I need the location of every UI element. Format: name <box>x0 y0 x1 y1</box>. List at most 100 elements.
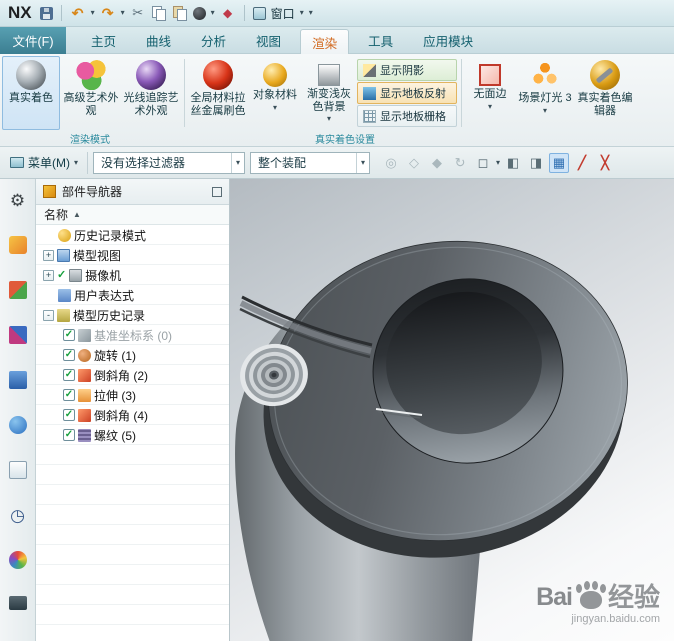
resource-bar <box>0 179 36 641</box>
selection-filter-caret[interactable]: ▾ <box>231 152 244 173</box>
scene-lights-caret[interactable]: ▾ <box>543 106 547 115</box>
tree-item-user-expressions[interactable]: 用户表达式 <box>36 285 229 305</box>
menu-button[interactable]: 菜单(M) ▾ <box>6 152 82 173</box>
gradient-background-caret[interactable]: ▾ <box>327 115 331 123</box>
show-floor-reflection-toggle[interactable]: 显示地板反射 <box>357 82 457 104</box>
tab-render[interactable]: 渲染 <box>300 29 350 54</box>
part-navigator-tree: 历史记录模式 + 模型视图 + ✓ 摄像机 用户表达式 - 模型历史记录 ✓ 基… <box>36 225 229 641</box>
selection-filter-dropdown[interactable]: 没有选择过滤器 ▾ <box>93 151 246 174</box>
file-menu-button[interactable]: 文件(F) <box>0 27 66 54</box>
raytraced-art-appearance-button[interactable]: 光线追踪艺术外观 <box>122 56 180 130</box>
assembly-navigator-icon[interactable] <box>8 281 27 299</box>
show-shadows-label: 显示阴影 <box>380 65 424 77</box>
hd3d-tools-icon[interactable] <box>8 461 27 479</box>
tab-curve[interactable]: 曲线 <box>135 27 182 54</box>
column-header-name[interactable]: 名称 ▲ <box>36 205 229 225</box>
undo-dropdown-caret[interactable]: ▾ <box>91 9 95 17</box>
tree-item-revolve[interactable]: ✓ 旋转 (1) <box>36 345 229 365</box>
snap-point-toggle-icon[interactable] <box>549 152 570 173</box>
window-menu-caret[interactable]: ▾ <box>300 9 304 17</box>
tree-item-chamfer-4[interactable]: ✓ 倒斜角 (4) <box>36 405 229 425</box>
raytrace-icon <box>136 60 166 90</box>
panel-pin-icon[interactable] <box>212 186 222 197</box>
shaded-view-icon[interactable] <box>503 153 523 173</box>
tree-item-cameras[interactable]: + ✓ 摄像机 <box>36 265 229 285</box>
tree-item-model-views[interactable]: + 模型视图 <box>36 245 229 265</box>
roles-icon[interactable] <box>8 236 27 254</box>
touch-mode-icon[interactable] <box>220 5 236 21</box>
cut-icon[interactable] <box>130 5 146 21</box>
no-face-edges-button[interactable]: 无面边 ▾ <box>466 56 514 130</box>
collapse-icon[interactable]: - <box>43 309 54 321</box>
no-face-edges-caret[interactable]: ▾ <box>488 102 492 111</box>
sort-ascending-icon[interactable]: ▲ <box>73 210 81 219</box>
titlebar-divider <box>60 5 62 21</box>
show-shadows-toggle[interactable]: 显示阴影 <box>357 59 457 81</box>
window-menu[interactable]: 窗口 <box>271 5 295 22</box>
feature-checkbox[interactable]: ✓ <box>63 329 75 341</box>
tree-item-datum-csys[interactable]: ✓ 基准坐标系 (0) <box>36 325 229 345</box>
feature-checkbox[interactable]: ✓ <box>63 409 75 421</box>
tree-item-extrude[interactable]: ✓ 拉伸 (3) <box>36 385 229 405</box>
bottom-partial-icon[interactable] <box>8 596 27 610</box>
general-selection-icon[interactable] <box>381 153 401 173</box>
copy-icon[interactable] <box>151 5 167 21</box>
feature-checkbox[interactable]: ✓ <box>63 429 75 441</box>
constraint-navigator-icon[interactable] <box>8 326 27 344</box>
tree-item-history-mode[interactable]: 历史记录模式 <box>36 225 229 245</box>
selection-scope-caret[interactable]: ▾ <box>356 152 369 173</box>
expand-icon[interactable]: + <box>43 269 54 281</box>
gradient-background-button[interactable]: 渐变浅灰色背景 ▾ <box>303 56 355 130</box>
redo-icon[interactable] <box>100 5 116 21</box>
customize-quick-access-caret[interactable]: ▾ <box>309 9 313 17</box>
tab-application[interactable]: 应用模块 <box>412 27 484 54</box>
expand-icon[interactable]: + <box>43 249 54 261</box>
scene-lights-button[interactable]: 场景灯光 3 ▾ <box>516 56 574 130</box>
save-icon[interactable] <box>39 6 53 20</box>
true-shading-button[interactable]: 真实着色 <box>2 56 60 130</box>
jingyan-text: 经验 <box>607 582 660 612</box>
vertex-filter-icon[interactable] <box>404 153 424 173</box>
feature-checkbox[interactable]: ✓ <box>63 389 75 401</box>
true-shading-editor-button[interactable]: 真实着色编辑器 <box>576 56 634 130</box>
paste-icon[interactable] <box>172 5 188 21</box>
palette-icon[interactable] <box>8 551 27 569</box>
revolve-icon <box>78 348 91 362</box>
more-commands-caret[interactable]: ▾ <box>211 9 215 17</box>
advanced-art-appearance-button[interactable]: 高级艺术外观 <box>62 56 120 130</box>
reuse-library-icon[interactable] <box>8 371 27 389</box>
art-appearance-icon <box>76 60 106 90</box>
tree-item-model-history[interactable]: - 模型历史记录 <box>36 305 229 325</box>
sketch-line-icon[interactable] <box>572 153 592 173</box>
graphics-window[interactable]: Bai 经验 jingyan.baidu.com <box>230 179 674 641</box>
roles-gear-icon[interactable] <box>9 191 27 209</box>
global-material-button[interactable]: 全局材料拉丝金属刷色 <box>189 56 247 130</box>
rectangle-select-caret[interactable]: ▾ <box>496 158 500 167</box>
reset-filter-icon[interactable] <box>450 153 470 173</box>
object-material-icon <box>263 63 287 87</box>
tab-analysis[interactable]: 分析 <box>190 27 237 54</box>
tree-item-chamfer-2[interactable]: ✓ 倒斜角 (2) <box>36 365 229 385</box>
show-floor-grid-toggle[interactable]: 显示地板栅格 <box>357 105 457 127</box>
selection-scope-dropdown[interactable]: 整个装配 ▾ <box>250 151 371 174</box>
object-material-caret[interactable]: ▾ <box>273 103 277 112</box>
object-material-button[interactable]: 对象材料 ▾ <box>249 56 301 130</box>
redo-dropdown-caret[interactable]: ▾ <box>121 9 125 17</box>
nx-logo: NX <box>8 3 32 22</box>
web-browser-icon[interactable] <box>8 416 27 434</box>
history-palette-icon[interactable] <box>9 506 27 524</box>
tab-home[interactable]: 主页 <box>80 27 127 54</box>
rectangle-select-icon[interactable] <box>473 153 493 173</box>
feature-checkbox[interactable]: ✓ <box>63 369 75 381</box>
undo-icon[interactable] <box>70 5 86 21</box>
feature-checkbox[interactable]: ✓ <box>63 349 75 361</box>
tab-view[interactable]: 视图 <box>245 27 292 54</box>
datum-axes-icon[interactable] <box>595 153 615 173</box>
wireframe-view-icon[interactable] <box>526 153 546 173</box>
command-finder-icon[interactable] <box>192 6 206 20</box>
tree-item-thread[interactable]: ✓ 螺纹 (5) <box>36 425 229 445</box>
tab-tools[interactable]: 工具 <box>357 27 404 54</box>
show-floor-grid-label: 显示地板栅格 <box>380 111 446 123</box>
face-filter-icon[interactable] <box>427 153 447 173</box>
ribbon: 真实着色 高级艺术外观 光线追踪艺术外观 全局材料拉丝金属刷色 对象材料 ▾ 渐… <box>0 54 674 147</box>
